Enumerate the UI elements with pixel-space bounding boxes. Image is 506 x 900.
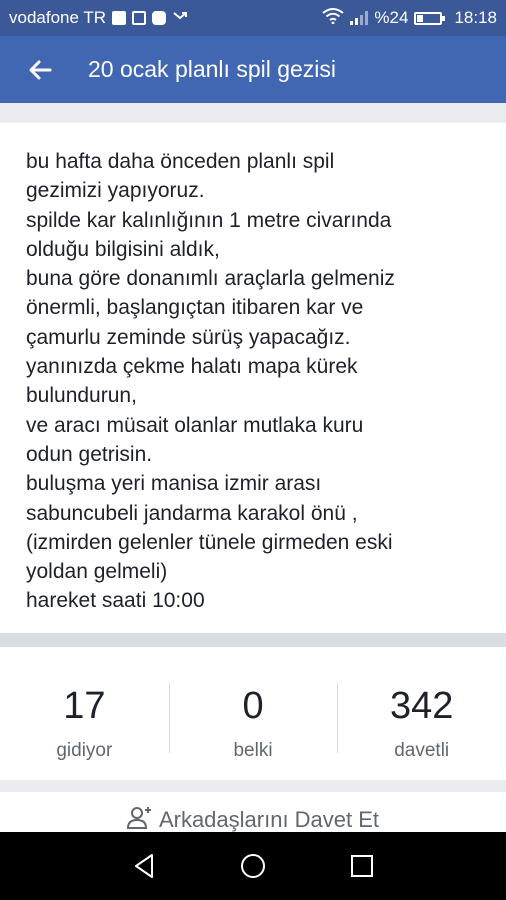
stat-invited[interactable]: 342 davetli (337, 647, 506, 780)
description-line: bulundurun, (26, 384, 137, 408)
invited-count: 342 (389, 685, 454, 727)
separator-top (0, 103, 506, 123)
event-description: bu hafta daha önceden planlı spil gezimiz… (0, 123, 506, 616)
maybe-label: belki (233, 740, 273, 761)
arrow-left-icon[interactable] (10, 36, 70, 103)
system-nav-bar (0, 832, 506, 900)
separator-bottom (0, 780, 506, 792)
wifi-icon (322, 7, 345, 29)
section-divider (0, 633, 506, 647)
stat-going[interactable]: 17 gidiyor (0, 647, 169, 780)
description-line: sabuncubeli jandarma karakol önü , (26, 501, 358, 525)
event-description-card: bu hafta daha önceden planlı spil gezimiz… (0, 123, 506, 633)
page-title: 20 ocak planlı spil gezisi (88, 56, 337, 82)
square-recent-icon[interactable] (342, 846, 382, 886)
circle-home-icon[interactable] (233, 846, 273, 886)
invite-card: Arkadaşlarını Davet Et (0, 792, 506, 832)
description-line: bu hafta daha önceden planlı spil (26, 150, 335, 173)
battery-percent: %24 (374, 8, 409, 27)
youtube-notification-icon (152, 11, 167, 25)
description-line: spilde kar kalınlığının 1 metre civarınd… (26, 208, 392, 232)
clock: 18:18 (454, 8, 497, 27)
description-line: yoldan gelmeli) (26, 560, 168, 584)
invite-friends-button[interactable]: Arkadaşlarını Davet Et (126, 792, 380, 832)
carrier-name: vodafone TR (9, 8, 107, 27)
description-line: olduğu bilgisini aldık, (26, 237, 220, 261)
going-count: 17 (63, 685, 106, 727)
attendance-stats: 17 gidiyor 0 belki 342 davetli (0, 647, 506, 780)
gallery-notification-icon (132, 11, 147, 25)
description-line: (izmirden gelenler tünele girmeden eski (26, 530, 393, 554)
description-line: hareket saati 10:00 (26, 589, 205, 613)
description-line: buna göre donanımlı araçlarla gelmeniz (26, 267, 395, 291)
triangle-back-icon[interactable] (124, 846, 164, 886)
signal-icon (350, 11, 369, 25)
description-line: gezimizi yapıyoruz. (26, 179, 205, 203)
maybe-count: 0 (242, 685, 264, 727)
description-line: ve aracı müsait olanlar mutlaka kuru (26, 413, 364, 437)
facebook-notification-icon (112, 11, 127, 25)
status-right: %24 18:18 (322, 7, 497, 29)
add-person-icon (126, 805, 153, 832)
invited-label: davetli (394, 740, 450, 761)
stat-maybe[interactable]: 0 belki (168, 647, 338, 780)
status-bar: vodafone TR %24 18:18 (0, 0, 506, 36)
app-bar: 20 ocak planlı spil gezisi (0, 36, 506, 103)
description-line: buluşma yeri manisa izmir arası (26, 472, 322, 496)
description-line: çamurlu zeminde sürüş yapacağız. (26, 325, 351, 349)
battery-icon (414, 11, 446, 25)
description-line: önermli, başlangıçtan itibaren kar ve (26, 296, 364, 320)
description-line: odun getrisin. (26, 442, 153, 466)
invite-friends-label: Arkadaşlarını Davet Et (158, 807, 380, 832)
description-line: yanınızda çekme halatı mapa kürek (26, 355, 358, 379)
battery-level (417, 14, 424, 22)
going-label: gidiyor (56, 740, 113, 761)
missed-call-icon (172, 8, 188, 29)
status-left: vodafone TR (9, 8, 188, 29)
